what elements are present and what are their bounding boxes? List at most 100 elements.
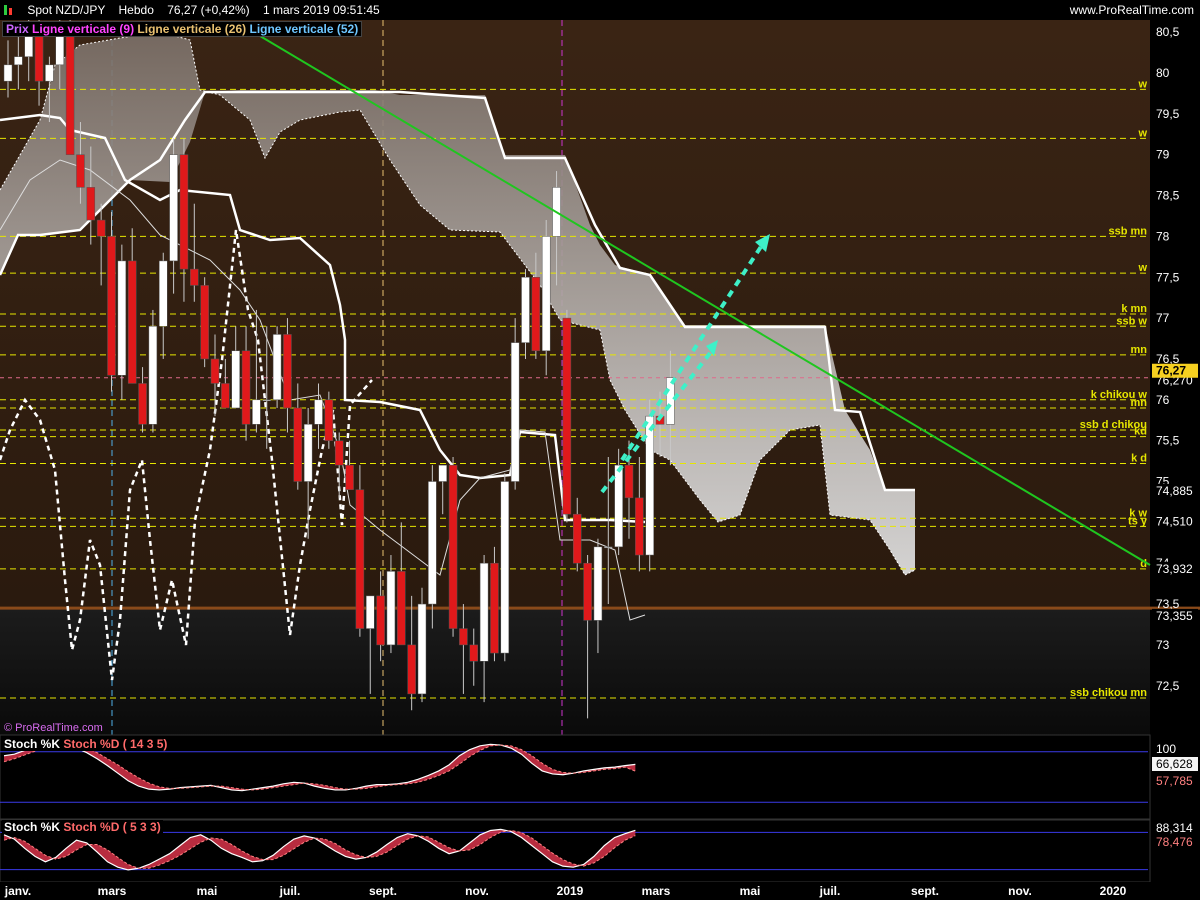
level-label-3: w [1137,262,1147,274]
candle-body-55 [573,513,582,564]
candle-body-49 [510,342,520,482]
x-tick-5: nov. [465,884,489,898]
legend-v9: Ligne verticale (9) [32,22,135,36]
x-tick-8: mai [740,884,761,898]
candle-body-3 [34,31,44,82]
site-url[interactable]: www.ProRealTime.com [1070,0,1194,20]
stoch1-axis-2: 57,785 [1156,774,1193,788]
period-label[interactable]: Hebdo [119,3,154,17]
level-label-4: k mn [1121,303,1147,315]
stoch1-d-label: Stoch %D ( 14 3 5) [63,737,168,751]
y-tick-7: 77 [1156,311,1170,325]
candle-body-12 [127,260,137,384]
candle-body-31 [324,399,334,441]
y-tick-6: 77,5 [1156,270,1180,284]
header-bar: Spot NZD/JPY Hebdo 76,27 (+0,42%) 1 mars… [0,0,1200,20]
candle-body-30 [314,399,323,425]
candle-body-33 [345,464,354,490]
bear-candle-icon [9,8,12,15]
stoch2-d-label: Stoch %D ( 5 3 3) [63,820,161,834]
candle-body-45 [469,644,478,662]
stoch1-axis-0: 100 [1156,742,1176,756]
y-tick-10: 75,5 [1156,434,1180,448]
candle-body-52 [541,236,551,352]
candle-body-51 [531,277,541,352]
candle-body-42 [438,464,447,482]
candle-body-48 [500,481,510,654]
bull-candle-icon [4,5,7,15]
candle-body-32 [334,440,344,466]
stochastic-panel-2[interactable]: 88,31478,476 [0,819,1193,883]
candle-body-37 [386,571,396,646]
price-label-3: 73,932 [1156,562,1193,576]
lower-background [0,608,1150,735]
candle-body-7 [76,154,85,188]
x-tick-4: sept. [369,884,397,898]
candle-body-0 [3,64,13,82]
candle-body-58 [604,546,613,549]
price-label-4: 73,355 [1156,609,1193,623]
x-tick-11: nov. [1008,884,1032,898]
y-tick-9: 76 [1156,393,1170,407]
candle-body-22 [231,350,240,409]
y-tick-0: 80,5 [1156,25,1180,39]
stoch2-axis-1: 78,476 [1156,835,1193,849]
legend-v52: Ligne verticale (52) [249,22,359,36]
level-label-11: k d [1131,453,1147,465]
candle-body-14 [148,326,158,425]
candle-body-40 [417,603,427,695]
candle-body-17 [179,154,189,270]
x-tick-7: mars [642,884,671,898]
candle-body-50 [521,277,530,343]
candle-body-38 [397,571,406,646]
legend: Prix Ligne verticale (9) Ligne verticale… [2,21,363,37]
price-label-1: 74,885 [1156,484,1193,498]
candle-body-20 [210,358,220,384]
candle-body-11 [117,260,127,376]
last-quote: 76,27 (+0,42%) [167,3,250,17]
y-tick-1: 80 [1156,66,1170,80]
legend-prix: Prix [6,22,29,36]
header-left: Spot NZD/JPY Hebdo 76,27 (+0,42%) 1 mars… [4,0,380,20]
stoch1-axis-1: 66,628 [1156,757,1193,771]
candle-body-35 [366,595,375,629]
candle-body-27 [283,334,292,409]
x-tick-10: sept. [911,884,939,898]
candle-body-54 [562,317,572,515]
x-tick-9: juil. [819,884,841,898]
x-tick-0: janv. [4,884,31,898]
x-tick-3: juil. [279,884,301,898]
stochastic-panel-1[interactable]: 10066,628 57,785 [0,734,1198,820]
stoch1-k-label: Stoch %K [4,737,61,751]
y-tick-15: 73 [1156,638,1170,652]
candle-body-18 [190,268,199,286]
candle-body-61 [635,497,644,556]
current-price-text: 76,27 [1156,364,1186,378]
quote-datetime: 1 mars 2019 09:51:45 [262,3,380,17]
y-tick-2: 79,5 [1156,107,1180,121]
candle-body-16 [169,154,178,262]
price-chart[interactable]: wwssb mnwk mnssb wmnk chikou wmnssb d ch… [0,20,1200,900]
candle-body-23 [241,350,251,425]
candle-body-19 [200,285,209,360]
watermark: © ProRealTime.com [4,722,103,734]
time-axis: janv. mars mai juil. sept. nov. 2019 mars mai jui… [0,882,1200,900]
stoch2-axis-0: 88,314 [1156,821,1193,835]
candle-body-26 [272,334,282,401]
x-tick-6: 2019 [557,884,584,898]
level-label-5: ssb w [1116,315,1147,327]
stoch2-k-label: Stoch %K [4,820,61,834]
level-label-8: mn [1131,397,1148,409]
candle-body-29 [303,424,313,482]
candle-body-21 [221,383,230,409]
candle-body-44 [459,628,468,646]
stoch1-bg [0,734,1151,820]
candle-body-41 [428,481,437,605]
symbol-name[interactable]: Spot NZD/JPY [27,3,105,17]
candle-body-28 [293,407,303,482]
level-label-2: ssb mn [1108,225,1147,237]
candle-body-56 [583,562,592,621]
candle-body-57 [593,546,603,621]
legend-v26: Ligne verticale (26) [137,22,247,36]
level-label-13: ts y [1128,515,1148,527]
